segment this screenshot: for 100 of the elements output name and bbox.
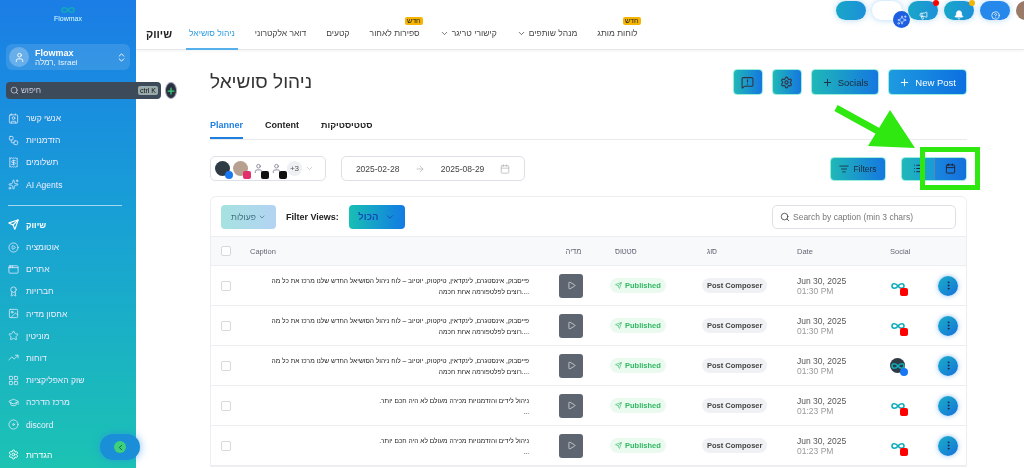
post-date: Jun 30, 2025 xyxy=(797,355,848,366)
sidebar-item[interactable]: הזדמנויות xyxy=(6,129,130,152)
select-all-checkbox[interactable] xyxy=(221,246,231,256)
network-icon xyxy=(8,134,19,146)
settings-button[interactable] xyxy=(771,69,802,95)
post-time: 01:30 PM xyxy=(797,365,835,376)
sparkles-icon xyxy=(8,179,19,191)
sidebar-item[interactable]: שיווק xyxy=(6,213,130,236)
play-icon xyxy=(566,441,576,450)
nav-tab[interactable]: קישורי טריגר xyxy=(436,28,500,50)
help-icon xyxy=(990,11,1000,20)
caption-search-field[interactable]: Search by caption (min 3 chars) xyxy=(772,204,956,229)
logo-icon xyxy=(61,6,75,14)
filter-views-label: Filter Views: xyxy=(286,211,339,222)
row-checkbox[interactable] xyxy=(221,280,231,291)
send-icon xyxy=(615,442,622,449)
row-menu-button[interactable] xyxy=(938,315,958,336)
collapse-button[interactable] xyxy=(100,434,140,460)
row-checkbox[interactable] xyxy=(221,360,231,371)
post-time: 01:30 PM xyxy=(797,285,835,296)
feedback-button[interactable] xyxy=(732,69,763,95)
nav-tab[interactable]: ניהול סושיאל xyxy=(186,28,238,50)
receipt-icon xyxy=(8,156,19,168)
play-icon xyxy=(566,321,576,330)
post-date: Jun 30, 2025 xyxy=(797,275,848,286)
plus-icon xyxy=(899,76,911,88)
sidebar-item[interactable]: שוק האפליקציות xyxy=(6,369,130,392)
grid-icon xyxy=(8,374,19,386)
row-menu-button[interactable] xyxy=(938,435,958,456)
nav-tab[interactable]: מנהל שותפים xyxy=(513,28,581,50)
row-menu-button[interactable] xyxy=(938,355,958,376)
sidebar-item[interactable]: מוניטין xyxy=(6,324,130,347)
notifications-button[interactable] xyxy=(944,1,974,20)
help-button[interactable] xyxy=(980,1,1010,20)
row-menu-button[interactable] xyxy=(938,395,958,416)
settings-icon xyxy=(8,449,19,460)
toolbar-pill[interactable] xyxy=(836,1,866,20)
row-checkbox[interactable] xyxy=(221,440,231,451)
sidebar-item[interactable]: מרכז הדרכה xyxy=(6,391,130,414)
new-post-button[interactable]: New Post xyxy=(888,69,967,95)
settings-icon xyxy=(780,75,794,89)
row-checkbox[interactable] xyxy=(221,400,231,411)
page-title: ניהול סושיאל xyxy=(210,71,313,93)
chevron-icon xyxy=(305,164,314,173)
sidebar-item[interactable]: דוחות xyxy=(6,346,130,370)
section-title: שיווק xyxy=(146,28,172,42)
date-range-field[interactable]: 2025-02-28 2025-08-29 xyxy=(341,156,525,181)
disc-icon xyxy=(8,419,19,431)
sidebar-item[interactable]: אנשי קשר xyxy=(6,107,130,130)
network-badge-icon xyxy=(900,368,908,376)
sidebar-item[interactable]: אוטומציה xyxy=(6,235,130,259)
play-icon xyxy=(566,281,576,290)
row-menu-button[interactable] xyxy=(938,275,958,296)
play-circle-icon xyxy=(8,241,19,253)
video-badge-icon xyxy=(900,328,908,336)
account-location: רמלה, Israel xyxy=(35,57,79,67)
video-badge-icon xyxy=(900,408,908,416)
play-icon xyxy=(566,361,576,370)
browser-window-icon xyxy=(8,263,19,275)
arrow-icon xyxy=(415,163,426,174)
account-name: Flowmax xyxy=(35,47,75,58)
sidebar-item[interactable]: חברויות xyxy=(6,280,130,303)
calendar-icon xyxy=(500,163,511,174)
video-badge-icon xyxy=(900,288,908,296)
plus-icon xyxy=(821,76,833,88)
sidebar-item[interactable]: discord xyxy=(6,413,130,436)
row-checkbox[interactable] xyxy=(221,320,231,331)
announcements-button[interactable] xyxy=(908,1,938,20)
graduation-cap-icon xyxy=(8,396,19,408)
ai-button[interactable] xyxy=(872,1,910,28)
page-tab[interactable]: Content xyxy=(265,120,299,139)
sidebar-item[interactable]: AI Agents xyxy=(6,173,130,196)
network-badge-icon xyxy=(279,171,287,179)
account-filter[interactable]: +3 xyxy=(210,156,326,181)
contact-card-icon xyxy=(8,112,19,124)
page-tab[interactable]: Planner xyxy=(210,120,243,139)
sidebar-item[interactable]: אחסון מדיה xyxy=(6,302,130,325)
send-icon xyxy=(615,402,622,409)
network-badge-icon xyxy=(261,171,269,179)
nav-tab[interactable]: קטעים xyxy=(323,28,353,50)
star-icon xyxy=(8,330,19,342)
network-badge-icon xyxy=(225,171,233,179)
search-icon xyxy=(10,86,19,95)
sidebar-item[interactable]: תשלומים xyxy=(6,151,130,174)
award-icon xyxy=(8,285,19,297)
send-icon xyxy=(8,219,19,231)
plus-icon xyxy=(166,85,176,96)
filters-button[interactable]: Filters xyxy=(830,156,886,181)
calendar-icon xyxy=(945,163,956,174)
settings-link[interactable]: הגדרות xyxy=(8,449,53,460)
sidebar-item[interactable]: אתרים xyxy=(6,258,130,281)
calendar-view-button[interactable] xyxy=(934,157,966,180)
page-tab[interactable]: סטטיסטיקות xyxy=(321,120,373,139)
add-socials-button[interactable]: Socials xyxy=(810,69,880,95)
nav-tab[interactable]: דואר אלקטרוני xyxy=(251,28,310,50)
send-icon xyxy=(615,362,622,369)
filter-view-dropdown[interactable]: הכול xyxy=(348,204,405,229)
message-alert-icon xyxy=(741,75,755,89)
more-count: +3 xyxy=(287,161,302,176)
megaphone-icon xyxy=(918,11,928,20)
